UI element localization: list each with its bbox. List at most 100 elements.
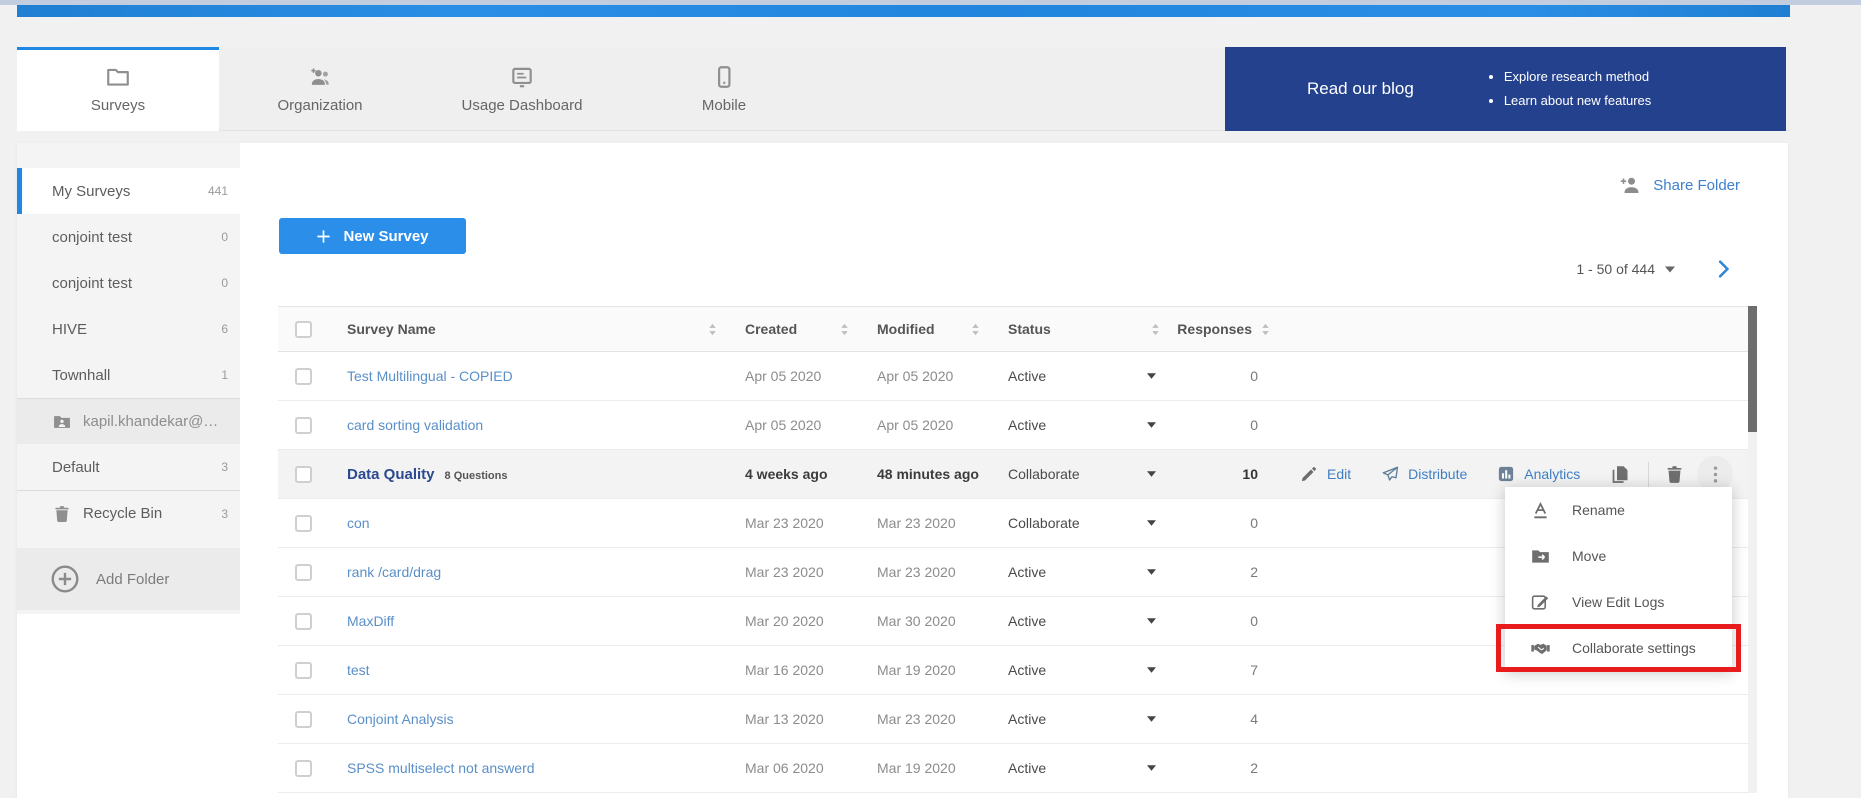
folder-label: conjoint test — [52, 275, 213, 292]
row-checkbox[interactable] — [295, 662, 312, 679]
modified-cell: Mar 19 2020 — [857, 662, 988, 678]
survey-name-cell: rank /card/drag — [347, 564, 725, 580]
survey-name-link[interactable]: Data Quality — [347, 466, 435, 483]
sidebar-folder-item[interactable]: Recycle Bin 3 — [17, 490, 240, 536]
row-checkbox[interactable] — [295, 368, 312, 385]
sort-icon[interactable] — [971, 323, 980, 336]
analytics-button[interactable]: Analytics — [1497, 465, 1580, 483]
status-dropdown[interactable]: Active — [988, 352, 1168, 400]
survey-name-link[interactable]: con — [347, 515, 370, 531]
status-caret-icon[interactable] — [1147, 422, 1156, 428]
sidebar-folder-item[interactable]: My Surveys 441 — [17, 168, 240, 214]
folder-label: HIVE — [52, 321, 213, 338]
sidebar-folder-item[interactable]: kapil.khandekar@que... — [17, 398, 240, 444]
status-dropdown[interactable]: Active — [988, 401, 1168, 449]
status-caret-icon[interactable] — [1147, 716, 1156, 722]
blog-banner[interactable]: Read our blog Explore research methodLea… — [1225, 47, 1786, 131]
blog-banner-bullet: Learn about new features — [1504, 89, 1651, 113]
folder-label: My Surveys — [52, 183, 200, 200]
blog-banner-bullet: Explore research method — [1504, 65, 1651, 89]
next-page-button[interactable] — [1717, 260, 1730, 278]
status-dropdown[interactable]: Active — [988, 695, 1168, 743]
menu-item-label: Rename — [1572, 502, 1625, 518]
status-caret-icon[interactable] — [1147, 667, 1156, 673]
nav-tab[interactable]: Organization — [219, 47, 421, 131]
column-header-responses[interactable]: Responses — [1168, 307, 1278, 351]
status-caret-icon[interactable] — [1147, 765, 1156, 771]
sidebar-folder-item[interactable]: conjoint test 0 — [17, 214, 240, 260]
modified-cell: Apr 05 2020 — [857, 368, 988, 384]
created-cell: Mar 20 2020 — [725, 613, 857, 629]
row-checkbox[interactable] — [295, 613, 312, 630]
table-row: card sorting validation Apr 05 2020 Apr … — [278, 401, 1755, 450]
share-folder-button[interactable]: Share Folder — [1618, 173, 1740, 197]
survey-name-link[interactable]: rank /card/drag — [347, 564, 441, 580]
tab-label: Mobile — [702, 97, 746, 114]
context-menu-item[interactable]: Rename — [1505, 487, 1732, 533]
distribute-button[interactable]: Distribute — [1381, 465, 1467, 483]
sidebar-folder-item[interactable]: Default 3 — [17, 444, 240, 490]
menu-item-label: View Edit Logs — [1572, 594, 1664, 610]
status-dropdown[interactable]: Active — [988, 646, 1168, 694]
pagination-caret-icon[interactable] — [1665, 266, 1675, 273]
new-survey-button[interactable]: New Survey — [279, 218, 466, 254]
column-header-modified[interactable]: Modified — [857, 307, 988, 351]
survey-name-cell: Test Multilingual - COPIED — [347, 368, 725, 384]
sidebar-folder-item[interactable]: Townhall 1 — [17, 352, 240, 398]
nav-tab[interactable]: Surveys — [17, 47, 219, 131]
context-menu-item[interactable]: Move — [1505, 533, 1732, 579]
status-dropdown[interactable]: Active — [988, 548, 1168, 596]
copy-button[interactable] — [1610, 464, 1631, 485]
sort-icon[interactable] — [708, 323, 717, 336]
sidebar-folder-item[interactable]: HIVE 6 — [17, 306, 240, 352]
sort-icon[interactable] — [840, 323, 849, 336]
primary-nav-tabbar: Surveys Organization Usage Dashboard Mob… — [17, 47, 1790, 131]
header-checkbox-cell — [278, 321, 347, 338]
survey-name-link[interactable]: Test Multilingual - COPIED — [347, 368, 513, 384]
sidebar-folder-item[interactable]: conjoint test 0 — [17, 260, 240, 306]
add-folder-button[interactable]: Add Folder — [17, 548, 240, 610]
survey-name-link[interactable]: test — [347, 662, 370, 678]
survey-name-link[interactable]: card sorting validation — [347, 417, 483, 433]
status-caret-icon[interactable] — [1147, 618, 1156, 624]
row-checkbox-cell — [278, 613, 347, 630]
nav-tab[interactable]: Usage Dashboard — [421, 47, 623, 131]
status-caret-icon[interactable] — [1147, 520, 1156, 526]
status-caret-icon[interactable] — [1147, 373, 1156, 379]
delete-button[interactable] — [1664, 464, 1685, 485]
sort-icon[interactable] — [1261, 323, 1270, 336]
edit-button[interactable]: Edit — [1300, 465, 1351, 483]
context-menu-item[interactable]: View Edit Logs — [1505, 579, 1732, 625]
survey-name-link[interactable]: Conjoint Analysis — [347, 711, 454, 727]
column-header-survey-name[interactable]: Survey Name — [347, 307, 725, 351]
status-caret-icon[interactable] — [1147, 569, 1156, 575]
status-dropdown[interactable]: Collaborate — [988, 450, 1168, 498]
row-checkbox[interactable] — [295, 711, 312, 728]
row-checkbox[interactable] — [295, 417, 312, 434]
survey-name-link[interactable]: MaxDiff — [347, 613, 394, 629]
nav-tab[interactable]: Mobile — [623, 47, 825, 131]
row-checkbox[interactable] — [295, 515, 312, 532]
main-panel: My Surveys 441 conjoint test 0 conjoint … — [17, 143, 1788, 798]
row-checkbox[interactable] — [295, 760, 312, 777]
blog-banner-title[interactable]: Read our blog — [1307, 79, 1414, 99]
row-checkbox[interactable] — [295, 466, 312, 483]
table-row: SPSS multiselect not answerd Mar 06 2020… — [278, 744, 1755, 793]
row-checkbox[interactable] — [295, 564, 312, 581]
survey-name-cell: test — [347, 662, 725, 678]
select-all-checkbox[interactable] — [295, 321, 312, 338]
status-caret-icon[interactable] — [1147, 471, 1156, 477]
responses-cell: 0 — [1168, 515, 1278, 531]
column-header-created[interactable]: Created — [725, 307, 857, 351]
context-menu-item[interactable]: Collaborate settings — [1505, 625, 1732, 671]
menu-item-icon — [1530, 592, 1551, 613]
status-dropdown[interactable]: Collaborate — [988, 499, 1168, 547]
row-checkbox-cell — [278, 515, 347, 532]
status-dropdown[interactable]: Active — [988, 597, 1168, 645]
sort-icon[interactable] — [1151, 323, 1160, 336]
status-dropdown[interactable]: Active — [988, 744, 1168, 792]
folder-label: kapil.khandekar@que... — [83, 413, 220, 430]
column-header-status[interactable]: Status — [988, 307, 1168, 351]
survey-name-link[interactable]: SPSS multiselect not answerd — [347, 760, 535, 776]
table-scrollbar-thumb[interactable] — [1748, 306, 1757, 432]
